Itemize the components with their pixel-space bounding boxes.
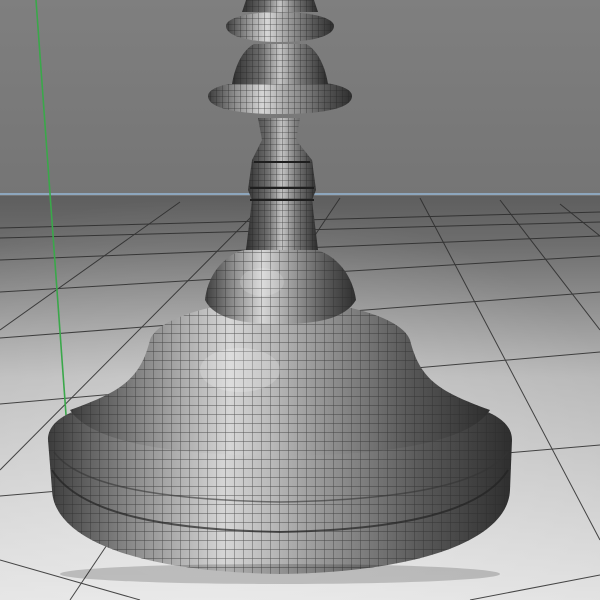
viewport-canvas[interactable] <box>0 0 600 600</box>
dome-highlight <box>200 348 280 392</box>
contact-shadow <box>60 564 500 584</box>
3d-viewport[interactable] <box>0 0 600 600</box>
upper-dome-highlight <box>240 268 284 296</box>
